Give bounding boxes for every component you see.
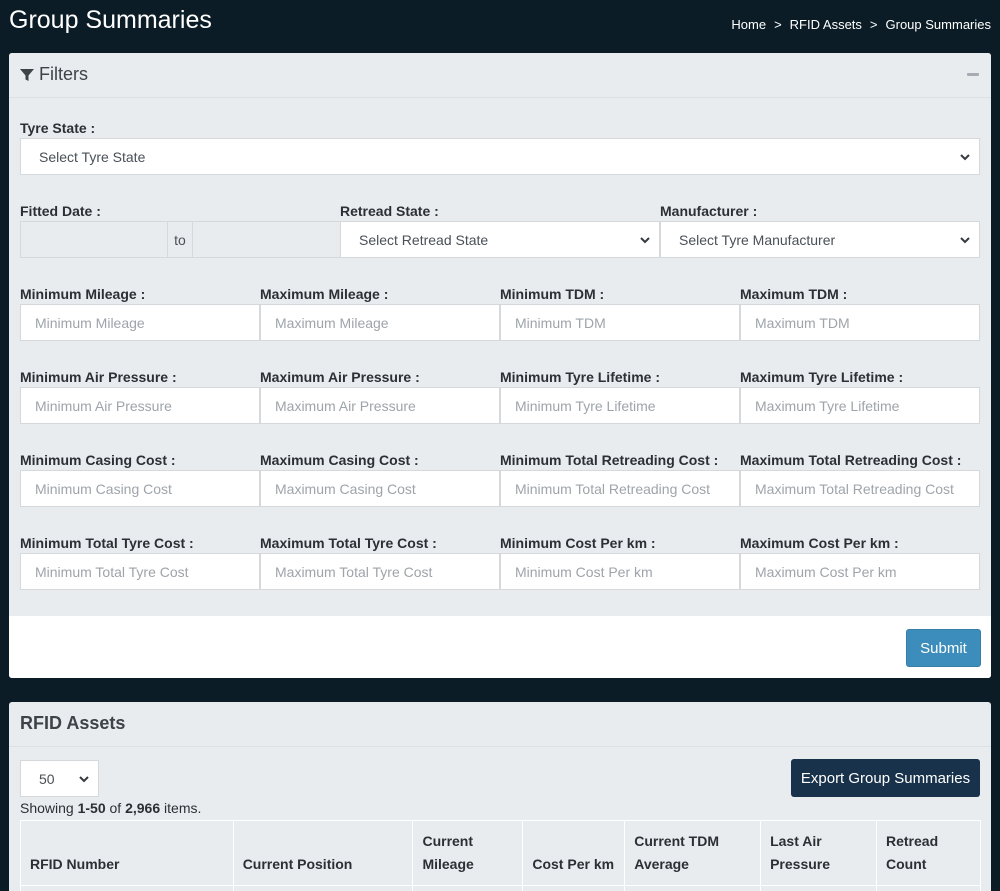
- rfid-assets-title: RFID Assets: [20, 713, 126, 733]
- table-row: [20, 885, 981, 891]
- manufacturer-select[interactable]: Select Tyre Manufacturer: [660, 221, 980, 258]
- max-tdm-input[interactable]: [740, 304, 980, 341]
- max-tdm-label: Maximum TDM :: [740, 286, 848, 302]
- column-header-cost-per-km[interactable]: Cost Per km: [522, 820, 626, 886]
- chevron-down-icon: [960, 237, 970, 244]
- min-air-pressure-input[interactable]: [20, 387, 260, 424]
- chevron-down-icon: [640, 237, 650, 244]
- breadcrumb-separator: >: [869, 17, 878, 32]
- chevron-down-icon: [79, 776, 89, 783]
- min-tyre-lifetime-label: Minimum Tyre Lifetime :: [500, 369, 660, 385]
- manufacturer-label: Manufacturer :: [660, 203, 758, 219]
- column-header-current-mileage[interactable]: Current Mileage: [412, 820, 524, 886]
- max-air-pressure-label: Maximum Air Pressure :: [260, 369, 420, 385]
- min-tdm-input[interactable]: [500, 304, 740, 341]
- min-casing-cost-input[interactable]: [20, 470, 260, 507]
- max-total-tyre-cost-input[interactable]: [260, 553, 500, 590]
- column-header-current-tdm-average[interactable]: Current TDM Average: [624, 820, 762, 886]
- rfid-assets-header: RFID Assets: [9, 702, 991, 747]
- max-retreading-cost-label: Maximum Total Retreading Cost :: [740, 452, 962, 468]
- max-cost-per-km-label: Maximum Cost Per km :: [740, 535, 899, 551]
- page-size-select[interactable]: 50: [20, 760, 99, 797]
- max-casing-cost-label: Maximum Casing Cost :: [260, 452, 419, 468]
- fitted-date-to-input[interactable]: [192, 221, 341, 258]
- breadcrumb-separator: >: [774, 17, 782, 32]
- max-retreading-cost-input[interactable]: [740, 470, 980, 507]
- max-casing-cost-input[interactable]: [260, 470, 500, 507]
- retread-state-select[interactable]: Select Retread State: [340, 221, 660, 258]
- breadcrumb-home[interactable]: Home: [731, 17, 766, 32]
- filters-card: Filters Tyre State : Select Tyre State F…: [9, 53, 991, 678]
- rfid-assets-card: RFID Assets 50 Export Group Summaries Sh…: [9, 702, 991, 891]
- column-header-last-air-pressure[interactable]: Last Air Pressure: [760, 820, 877, 886]
- pagination-summary: Showing 1-50 of 2,966 items.: [20, 800, 202, 816]
- collapse-minus-icon[interactable]: [967, 73, 979, 76]
- min-total-tyre-cost-input[interactable]: [20, 553, 260, 590]
- breadcrumb-rfid-assets[interactable]: RFID Assets: [790, 17, 862, 32]
- max-cost-per-km-input[interactable]: [740, 553, 980, 590]
- column-header-retread-count[interactable]: Retread Count: [876, 820, 981, 886]
- filters-footer: Submit: [9, 616, 991, 678]
- column-header-rfid-number[interactable]: RFID Number: [20, 820, 234, 886]
- filters-title: Filters: [39, 64, 88, 84]
- max-air-pressure-input[interactable]: [260, 387, 500, 424]
- rfid-assets-table: RFID Number Current Position Current Mile…: [20, 820, 981, 891]
- export-group-summaries-button[interactable]: Export Group Summaries: [791, 759, 980, 797]
- tyre-state-label: Tyre State :: [20, 120, 96, 136]
- filters-form: Tyre State : Select Tyre State Fitted Da…: [9, 98, 991, 616]
- column-header-current-position[interactable]: Current Position: [232, 820, 414, 886]
- max-tyre-lifetime-input[interactable]: [740, 387, 980, 424]
- submit-button[interactable]: Submit: [906, 629, 981, 667]
- max-mileage-input[interactable]: [260, 304, 500, 341]
- filter-icon: [20, 68, 34, 81]
- page-title: Group Summaries: [9, 6, 212, 34]
- chevron-down-icon: [960, 154, 970, 161]
- breadcrumb-current: Group Summaries: [885, 17, 991, 32]
- min-mileage-input[interactable]: [20, 304, 260, 341]
- min-retreading-cost-input[interactable]: [500, 470, 740, 507]
- min-tyre-lifetime-input[interactable]: [500, 387, 740, 424]
- max-total-tyre-cost-label: Maximum Total Tyre Cost :: [260, 535, 437, 551]
- min-total-tyre-cost-label: Minimum Total Tyre Cost :: [20, 535, 194, 551]
- breadcrumb: Home > RFID Assets > Group Summaries: [731, 17, 991, 32]
- max-tyre-lifetime-label: Maximum Tyre Lifetime :: [740, 369, 904, 385]
- min-tdm-label: Minimum TDM :: [500, 286, 605, 302]
- min-casing-cost-label: Minimum Casing Cost :: [20, 452, 176, 468]
- min-cost-per-km-input[interactable]: [500, 553, 740, 590]
- fitted-date-label: Fitted Date :: [20, 203, 101, 219]
- max-mileage-label: Maximum Mileage :: [260, 286, 389, 302]
- table-header-row: RFID Number Current Position Current Mile…: [20, 820, 981, 886]
- filters-card-header: Filters: [9, 53, 991, 98]
- min-air-pressure-label: Minimum Air Pressure :: [20, 369, 177, 385]
- page-header: Group Summaries Home > RFID Assets > Gro…: [0, 0, 1000, 52]
- min-retreading-cost-label: Minimum Total Retreading Cost :: [500, 452, 719, 468]
- retread-state-label: Retread State :: [340, 203, 439, 219]
- min-cost-per-km-label: Minimum Cost Per km :: [500, 535, 656, 551]
- min-mileage-label: Minimum Mileage :: [20, 286, 146, 302]
- fitted-date-to-addon: to: [167, 221, 193, 258]
- fitted-date-from-input[interactable]: [20, 221, 168, 258]
- tyre-state-select[interactable]: Select Tyre State: [20, 138, 980, 175]
